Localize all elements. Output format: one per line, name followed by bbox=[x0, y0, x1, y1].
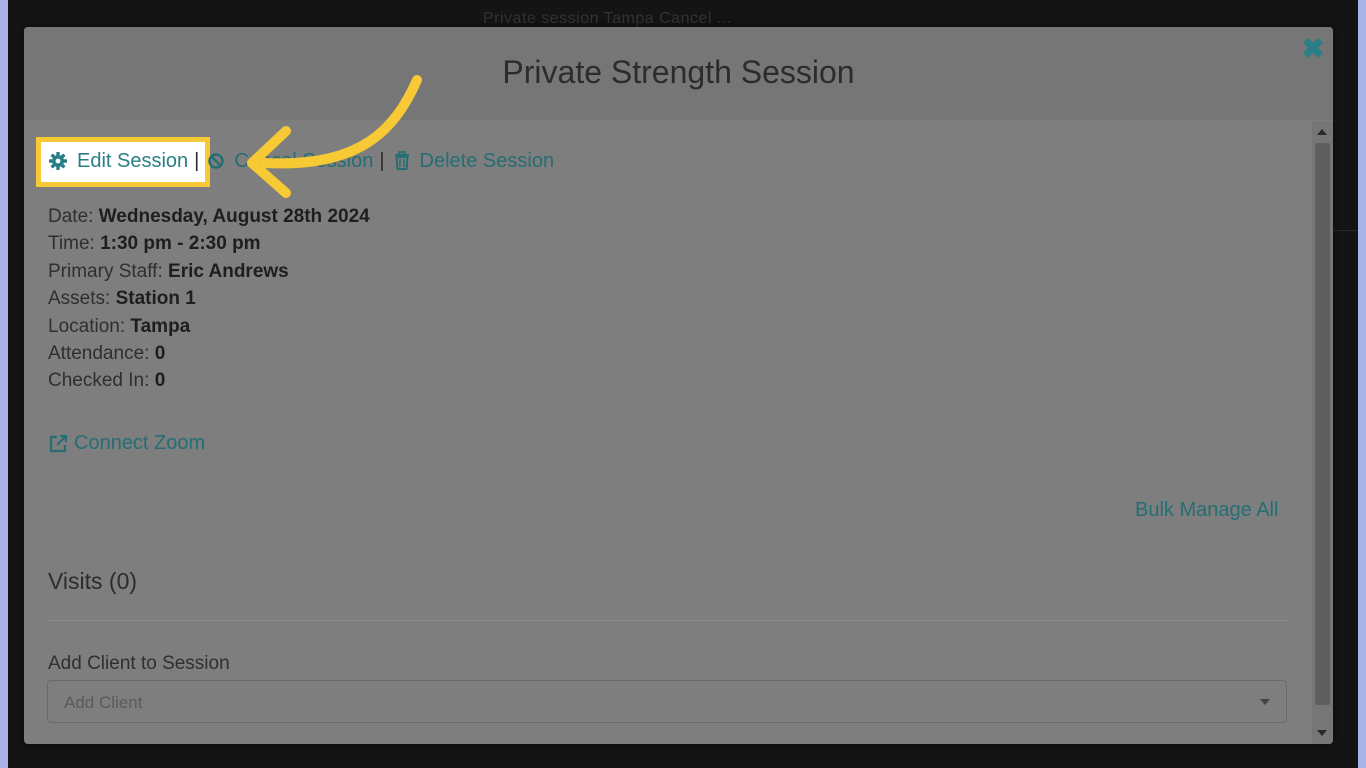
modal-scrollbar[interactable] bbox=[1312, 121, 1333, 744]
attendance-value: 0 bbox=[154, 343, 166, 365]
connect-zoom-link[interactable]: Connect Zoom bbox=[48, 432, 205, 455]
staff-value: Eric Andrews bbox=[168, 260, 289, 282]
location-label: Location: bbox=[48, 315, 126, 337]
session-details: Date: Wednesday, August 28th 2024 Time: … bbox=[48, 203, 370, 395]
action-separator: | bbox=[379, 149, 385, 172]
time-row: Time: 1:30 pm - 2:30 pm bbox=[48, 230, 370, 257]
location-row: Location: Tampa bbox=[48, 313, 370, 340]
assets-value: Station 1 bbox=[115, 288, 196, 310]
chevron-down-icon bbox=[1260, 699, 1270, 705]
attendance-label: Attendance: bbox=[48, 343, 150, 365]
scroll-up-icon[interactable] bbox=[1317, 129, 1327, 135]
location-value: Tampa bbox=[130, 315, 191, 337]
add-client-placeholder: Add Client bbox=[64, 693, 143, 712]
add-client-label: Add Client to Session bbox=[48, 653, 230, 674]
time-value: 1:30 pm - 2:30 pm bbox=[100, 233, 261, 255]
date-row: Date: Wednesday, August 28th 2024 bbox=[48, 203, 370, 230]
cancel-session-button[interactable]: Cancel Session bbox=[207, 150, 373, 173]
scroll-thumb[interactable] bbox=[1315, 143, 1330, 705]
delete-session-button[interactable]: Delete Session bbox=[393, 149, 555, 173]
visits-heading: Visits (0) bbox=[48, 568, 138, 594]
add-client-select[interactable]: Add Client bbox=[47, 680, 1287, 723]
staff-row: Primary Staff: Eric Andrews bbox=[48, 258, 370, 285]
session-actions: Edit Session | Cancel Session | Delete S… bbox=[48, 147, 554, 175]
edit-session-label: Edit Session bbox=[77, 149, 189, 172]
date-label: Date: bbox=[48, 206, 94, 227]
delete-session-label: Delete Session bbox=[419, 149, 555, 172]
session-modal: Private Strength Session ✖ Edit Session … bbox=[24, 27, 1333, 744]
modal-header: Private Strength Session ✖ bbox=[24, 27, 1333, 120]
modal-title: Private Strength Session bbox=[502, 54, 855, 90]
section-divider bbox=[48, 620, 1287, 621]
action-separator: | bbox=[194, 149, 200, 172]
checked-in-row: Checked In: 0 bbox=[48, 367, 370, 394]
attendance-row: Attendance: 0 bbox=[48, 340, 370, 367]
time-label: Time: bbox=[48, 233, 95, 255]
trash-icon bbox=[394, 151, 409, 170]
close-icon[interactable]: ✖ bbox=[1300, 33, 1326, 64]
checked-in-value: 0 bbox=[154, 370, 166, 392]
checked-in-label: Checked In: bbox=[48, 370, 150, 392]
bulk-manage-link[interactable]: Bulk Manage All bbox=[1135, 499, 1278, 522]
assets-label: Assets: bbox=[48, 288, 111, 310]
external-link-icon bbox=[49, 434, 68, 452]
background-text: Private session Tampa Cancel ... bbox=[483, 10, 732, 27]
date-value: Wednesday, August 28th 2024 bbox=[98, 206, 370, 227]
assets-row: Assets: Station 1 bbox=[48, 285, 370, 312]
connect-zoom-label: Connect Zoom bbox=[74, 432, 206, 454]
edit-session-button[interactable]: Edit Session bbox=[48, 150, 188, 173]
staff-label: Primary Staff: bbox=[48, 260, 163, 282]
ban-icon bbox=[208, 153, 225, 169]
scroll-down-icon[interactable] bbox=[1317, 730, 1327, 736]
cancel-session-label: Cancel Session bbox=[234, 149, 374, 172]
gear-icon bbox=[49, 152, 67, 170]
